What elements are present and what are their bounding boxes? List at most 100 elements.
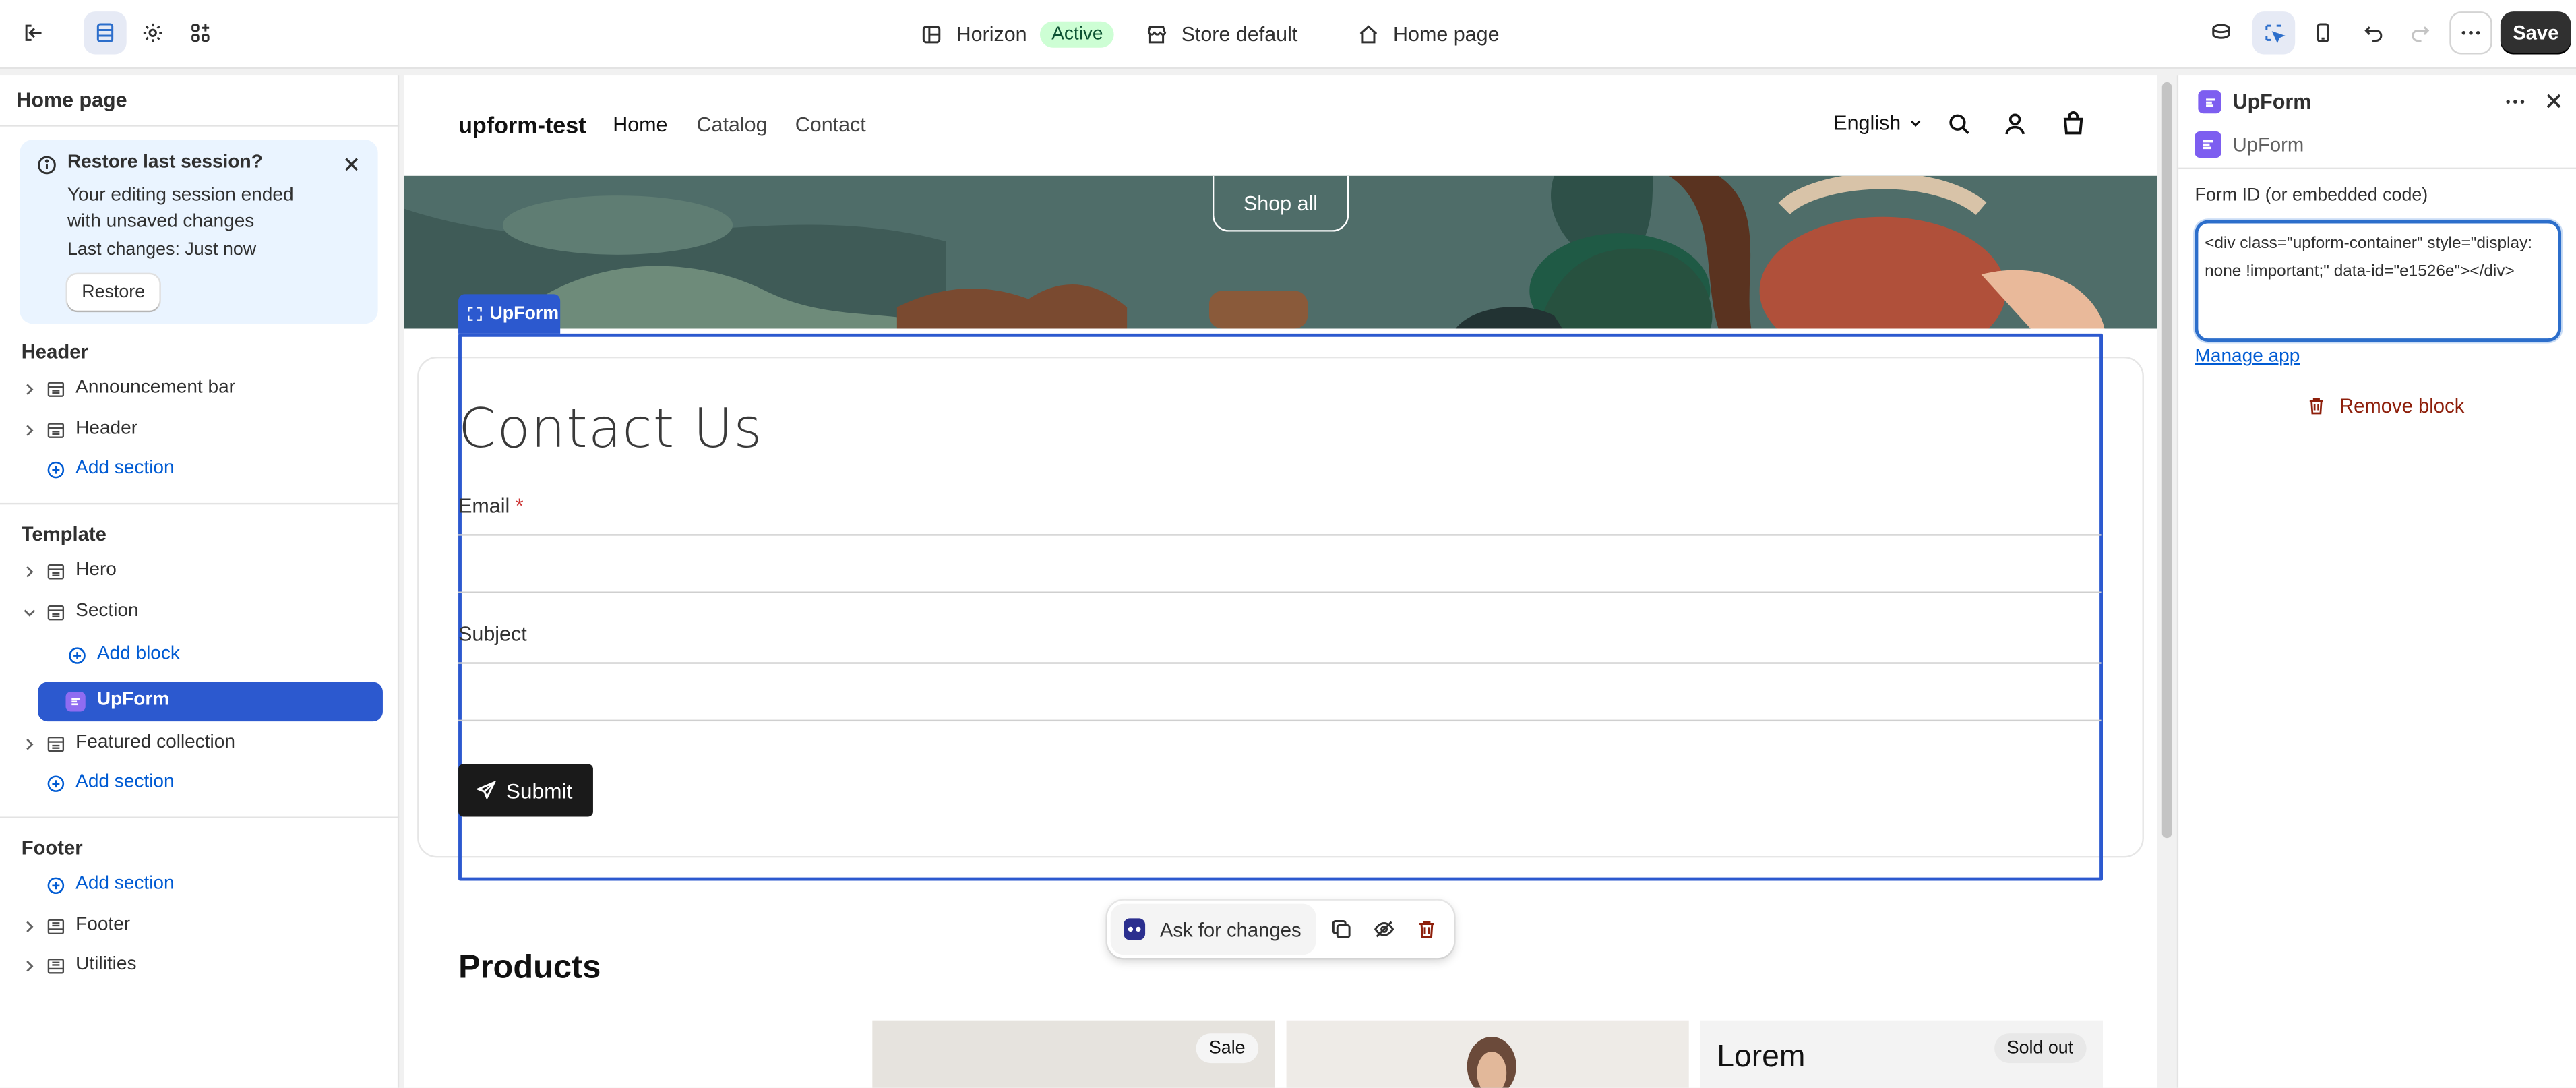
sidebar-item-header[interactable]: Header <box>0 413 399 449</box>
delete-trash-icon[interactable] <box>1416 919 1438 940</box>
email-input[interactable] <box>458 534 2102 593</box>
add-block-button[interactable]: Add block <box>22 638 421 674</box>
account-icon[interactable] <box>2002 112 2027 137</box>
store-icon <box>1147 25 1167 44</box>
product-card[interactable] <box>1286 1020 1689 1088</box>
nav-link-contact[interactable]: Contact <box>795 113 866 136</box>
remove-block-button[interactable]: Remove block <box>2306 394 2464 417</box>
add-section-label: Add section <box>75 772 175 792</box>
chevron-down-icon[interactable] <box>20 603 39 623</box>
sidebar-item-footer[interactable]: Footer <box>0 909 399 945</box>
plus-circle-icon <box>47 775 65 792</box>
sections-icon[interactable] <box>84 11 127 55</box>
add-section-label: Add section <box>75 874 175 894</box>
ask-for-changes-button[interactable]: Ask for changes <box>1110 903 1316 955</box>
section-icon <box>47 736 65 752</box>
hero-banner: Shop all <box>404 175 2157 329</box>
block-action-toolbar: Ask for changes <box>1107 900 1454 959</box>
remove-block-label: Remove block <box>2339 394 2465 418</box>
preview-scrollbar[interactable] <box>2158 75 2176 1088</box>
required-mark: * <box>515 494 524 518</box>
store-logo-text[interactable]: upform-test <box>458 112 586 138</box>
restore-last-changes: Last changes: Just now <box>67 239 257 260</box>
add-section-footer-button[interactable]: Add section <box>0 868 399 904</box>
section-icon <box>47 959 65 974</box>
sidebar-item-announcement-bar[interactable]: Announcement bar <box>0 371 399 408</box>
restore-title: Restore last session? <box>67 152 263 173</box>
product-card[interactable]: Sale <box>872 1020 1275 1088</box>
duplicate-icon[interactable] <box>1330 919 1352 940</box>
page-selector[interactable]: Home page <box>1357 0 1500 69</box>
chevron-right-icon[interactable] <box>20 421 39 440</box>
undo-icon[interactable] <box>2353 11 2395 54</box>
product-card[interactable]: Lorem Sold out <box>1700 1020 2103 1088</box>
sidebar-item-label: Hero <box>75 560 117 580</box>
block-select-icon <box>468 307 482 321</box>
store-selector[interactable]: Store default <box>1145 0 1297 69</box>
preview-inspector-icon[interactable] <box>2200 11 2242 54</box>
sidebar-item-label: Featured collection <box>75 733 235 753</box>
nav-link-catalog[interactable]: Catalog <box>697 113 768 136</box>
more-options-icon[interactable] <box>2504 90 2527 113</box>
chevron-right-icon[interactable] <box>20 562 39 582</box>
sidebar-item-section[interactable]: Section <box>0 595 399 631</box>
chevron-right-icon[interactable] <box>20 380 39 399</box>
panel-subtitle: UpForm <box>2232 133 2304 156</box>
form-title: Contact Us <box>458 396 763 460</box>
search-icon[interactable] <box>1946 112 1971 137</box>
block-tag[interactable]: UpForm <box>458 294 561 334</box>
select-cursor-icon[interactable] <box>2252 11 2296 55</box>
form-id-textarea[interactable]: <div class="upform-container" style="dis… <box>2195 220 2562 342</box>
subject-input[interactable] <box>458 662 2102 722</box>
settings-gear-icon[interactable] <box>131 11 174 54</box>
restore-button[interactable]: Restore <box>67 274 160 311</box>
exit-icon[interactable] <box>11 11 54 54</box>
add-section-template-button[interactable]: Add section <box>0 766 399 802</box>
product-photo <box>1467 1037 1516 1088</box>
upform-app-icon <box>2198 90 2221 114</box>
more-options-icon[interactable] <box>2449 11 2492 55</box>
language-selector[interactable]: English <box>1833 112 1924 135</box>
theme-name: Horizon <box>956 23 1027 47</box>
redo-icon[interactable] <box>2399 11 2441 54</box>
home-icon <box>1359 25 1378 44</box>
apps-icon[interactable] <box>179 11 222 54</box>
shop-all-button[interactable]: Shop all <box>1212 175 1349 232</box>
layout-icon <box>922 25 941 44</box>
info-icon <box>38 156 56 175</box>
submit-button[interactable]: Submit <box>458 764 593 817</box>
language-label: English <box>1833 111 1901 135</box>
email-label-text: Email <box>458 494 510 518</box>
manage-app-link[interactable]: Manage app <box>2195 346 2300 366</box>
sidebar-item-upform[interactable]: UpForm <box>38 682 383 722</box>
nav-link-home[interactable]: Home <box>613 113 667 136</box>
theme-selector[interactable]: Horizon Active <box>920 0 1115 69</box>
page-name: Home page <box>1393 23 1500 47</box>
close-icon[interactable] <box>342 154 361 174</box>
save-button[interactable]: Save <box>2500 11 2571 55</box>
hide-eye-icon[interactable] <box>1374 919 1395 940</box>
upform-app-icon <box>2195 131 2221 158</box>
storefront-preview: upform-test Home Catalog Contact English <box>404 75 2157 1088</box>
email-label: Email * <box>458 495 524 518</box>
theme-status-badge: Active <box>1040 21 1115 48</box>
sidebar-item-featured-collection[interactable]: Featured collection <box>0 726 399 762</box>
ask-for-changes-label: Ask for changes <box>1159 917 1301 941</box>
chevron-right-icon[interactable] <box>20 957 39 976</box>
mobile-preview-icon[interactable] <box>2302 11 2344 54</box>
chevron-right-icon[interactable] <box>20 917 39 936</box>
sold-out-badge: Sold out <box>1994 1033 2087 1064</box>
sidebar-item-utilities[interactable]: Utilities <box>0 948 399 984</box>
footer-group-title: Footer <box>21 836 83 859</box>
close-icon[interactable] <box>2543 90 2565 112</box>
left-sidebar: Home page Restore last session? Your edi… <box>0 75 400 1088</box>
section-icon <box>47 423 65 438</box>
chevron-right-icon[interactable] <box>20 735 39 754</box>
cart-icon[interactable] <box>2060 110 2087 136</box>
submit-label: Submit <box>505 778 573 803</box>
sidebar-item-hero[interactable]: Hero <box>0 553 399 590</box>
form-id-label: Form ID (or embedded code) <box>2195 185 2428 206</box>
template-group-title: Template <box>21 522 106 546</box>
add-section-header-button[interactable]: Add section <box>0 452 399 488</box>
sidebar-item-label: Header <box>75 419 138 439</box>
